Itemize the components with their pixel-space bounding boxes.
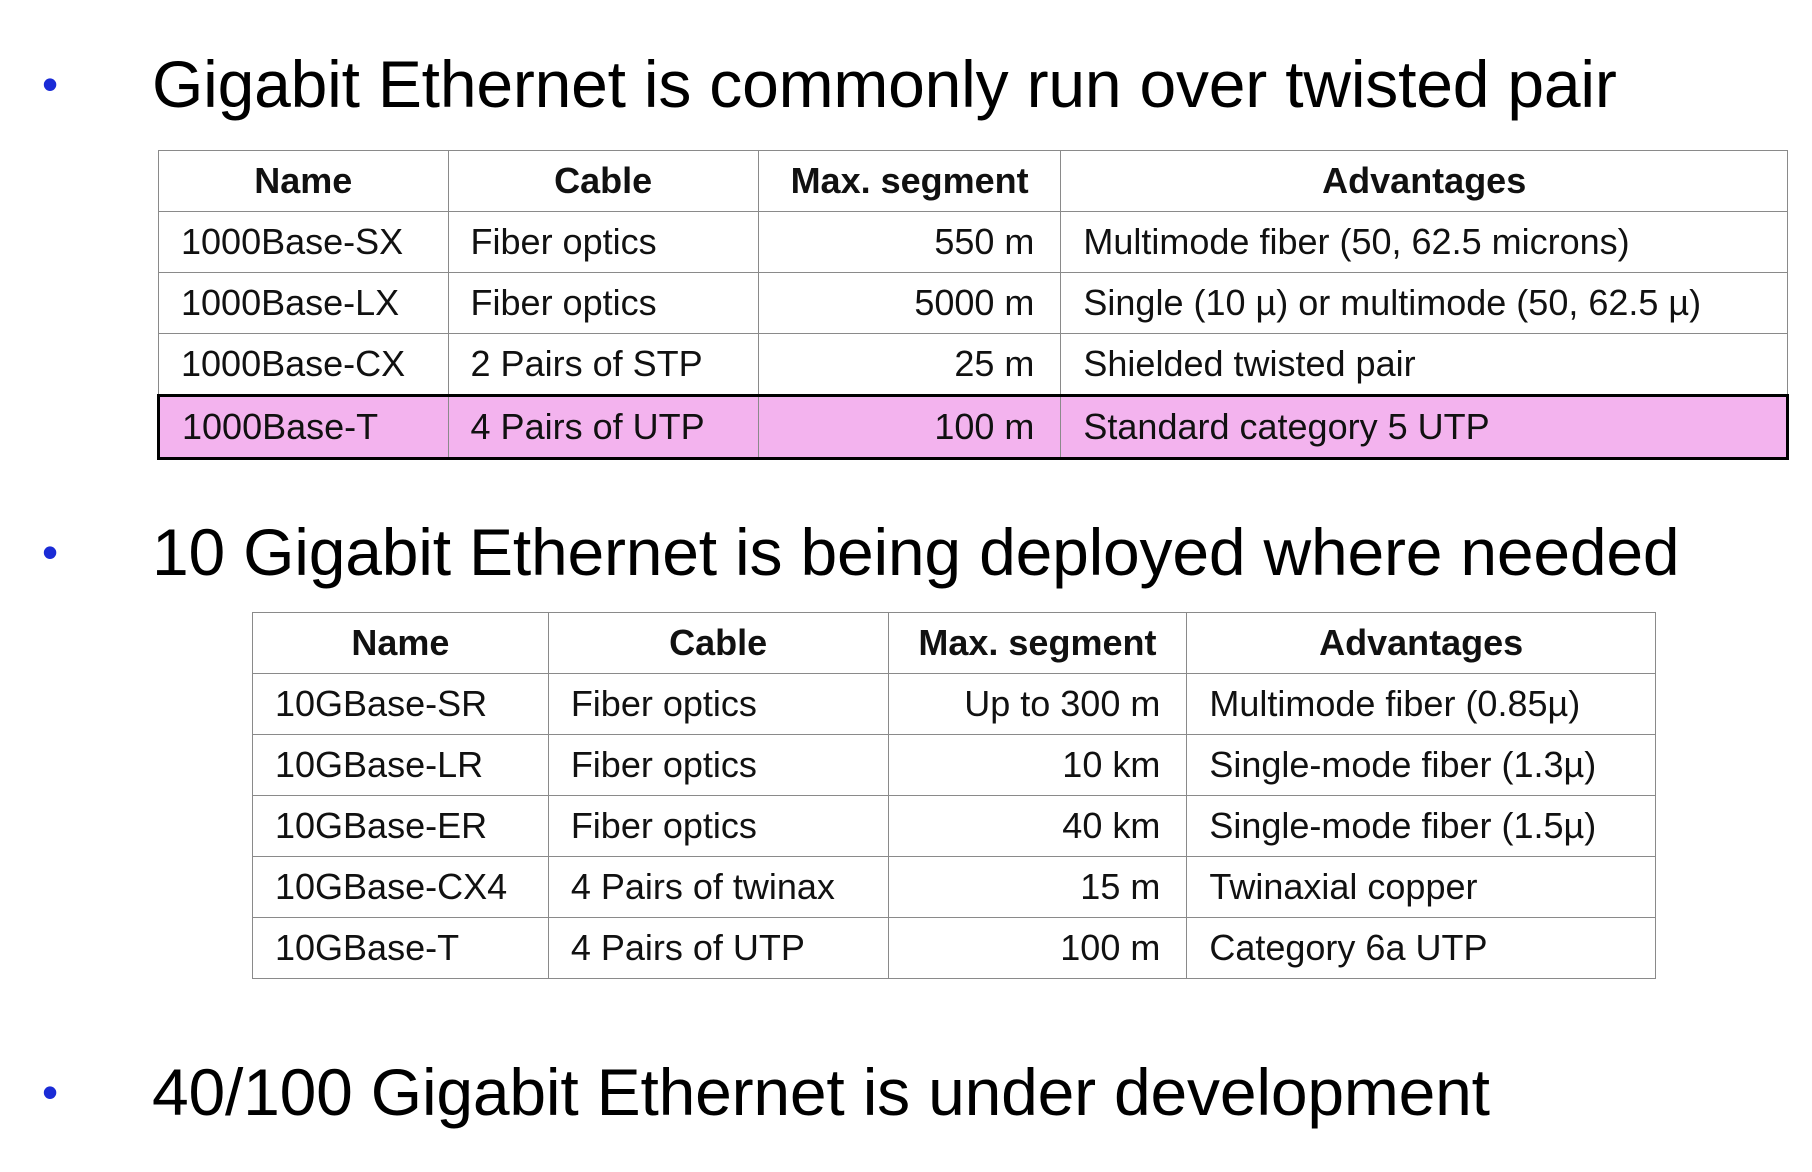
cell-max-segment: 25 m bbox=[757, 333, 1062, 396]
bullet-text-forty-hundred-gigabit: 40/100 Gigabit Ethernet is under develop… bbox=[152, 1055, 1490, 1129]
cell-advantages: Multimode fiber (50, 62.5 microns) bbox=[1060, 211, 1788, 273]
cell-max-segment: Up to 300 m bbox=[887, 673, 1188, 735]
cell-max-segment: 100 m bbox=[757, 394, 1062, 460]
cell-name: 10GBase-T bbox=[252, 917, 549, 979]
bullet-dot-icon: • bbox=[42, 58, 59, 110]
cell-max-segment: 10 km bbox=[887, 734, 1188, 796]
header-cable: Cable bbox=[447, 150, 759, 212]
gigabit-ethernet-table: Name Cable Max. segment Advantages 1000B… bbox=[157, 150, 1789, 460]
cell-cable: Fiber optics bbox=[547, 795, 889, 857]
cell-name: 1000Base-LX bbox=[158, 272, 449, 334]
header-max-segment: Max. segment bbox=[757, 150, 1062, 212]
table-row: 1000Base-SX Fiber optics 550 m Multimode… bbox=[158, 211, 1788, 273]
cell-max-segment: 100 m bbox=[887, 917, 1188, 979]
bullet-item-ten-gigabit: • 10 Gigabit Ethernet is being deployed … bbox=[0, 512, 1812, 592]
header-name: Name bbox=[158, 150, 449, 212]
cell-max-segment: 15 m bbox=[887, 856, 1188, 918]
table-header-row: Name Cable Max. segment Advantages bbox=[252, 612, 1656, 674]
cell-name: 10GBase-CX4 bbox=[252, 856, 549, 918]
cell-name: 1000Base-CX bbox=[158, 333, 449, 396]
cell-advantages: Multimode fiber (0.85µ) bbox=[1186, 673, 1656, 735]
table-row: 10GBase-SR Fiber optics Up to 300 m Mult… bbox=[252, 673, 1656, 735]
cell-name: 10GBase-SR bbox=[252, 673, 549, 735]
cell-advantages: Single (10 µ) or multimode (50, 62.5 µ) bbox=[1060, 272, 1788, 334]
cell-advantages: Category 6a UTP bbox=[1186, 917, 1656, 979]
cell-cable: 2 Pairs of STP bbox=[447, 333, 759, 396]
bullet-item-forty-hundred-gigabit: • 40/100 Gigabit Ethernet is under devel… bbox=[0, 1052, 1812, 1132]
cell-advantages: Twinaxial copper bbox=[1186, 856, 1656, 918]
cell-max-segment: 550 m bbox=[757, 211, 1062, 273]
cell-advantages: Single-mode fiber (1.5µ) bbox=[1186, 795, 1656, 857]
table-row: 10GBase-ER Fiber optics 40 km Single-mod… bbox=[252, 795, 1656, 857]
header-name: Name bbox=[252, 612, 549, 674]
cell-cable: Fiber optics bbox=[547, 734, 889, 796]
bullet-dot-icon: • bbox=[42, 1066, 59, 1118]
cell-max-segment: 5000 m bbox=[757, 272, 1062, 334]
header-max-segment: Max. segment bbox=[887, 612, 1188, 674]
table-row: 10GBase-T 4 Pairs of UTP 100 m Category … bbox=[252, 917, 1656, 979]
table-row: 1000Base-LX Fiber optics 5000 m Single (… bbox=[158, 272, 1788, 334]
table-header-row: Name Cable Max. segment Advantages bbox=[158, 150, 1788, 212]
table-row: 10GBase-LR Fiber optics 10 km Single-mod… bbox=[252, 734, 1656, 796]
cell-name: 1000Base-T bbox=[157, 394, 449, 460]
cell-advantages: Shielded twisted pair bbox=[1060, 333, 1788, 396]
bullet-text-gigabit: Gigabit Ethernet is commonly run over tw… bbox=[152, 47, 1617, 121]
cell-advantages: Standard category 5 UTP bbox=[1060, 394, 1789, 460]
cell-max-segment: 40 km bbox=[887, 795, 1188, 857]
header-advantages: Advantages bbox=[1060, 150, 1788, 212]
cell-name: 10GBase-ER bbox=[252, 795, 549, 857]
bullet-dot-icon: • bbox=[42, 526, 59, 578]
cell-cable: Fiber optics bbox=[447, 211, 759, 273]
table-row: 10GBase-CX4 4 Pairs of twinax 15 m Twina… bbox=[252, 856, 1656, 918]
header-advantages: Advantages bbox=[1186, 612, 1656, 674]
cell-cable: Fiber optics bbox=[447, 272, 759, 334]
ten-gigabit-ethernet-table: Name Cable Max. segment Advantages 10GBa… bbox=[252, 612, 1656, 979]
cell-name: 10GBase-LR bbox=[252, 734, 549, 796]
header-cable: Cable bbox=[547, 612, 889, 674]
cell-cable: 4 Pairs of twinax bbox=[547, 856, 889, 918]
bullet-item-gigabit: • Gigabit Ethernet is commonly run over … bbox=[0, 44, 1812, 124]
cell-cable: 4 Pairs of UTP bbox=[547, 917, 889, 979]
table-row: 1000Base-CX 2 Pairs of STP 25 m Shielded… bbox=[158, 333, 1788, 396]
cell-name: 1000Base-SX bbox=[158, 211, 449, 273]
table-row-highlighted: 1000Base-T 4 Pairs of UTP 100 m Standard… bbox=[157, 394, 1789, 460]
bullet-text-ten-gigabit: 10 Gigabit Ethernet is being deployed wh… bbox=[152, 515, 1680, 589]
cell-advantages: Single-mode fiber (1.3µ) bbox=[1186, 734, 1656, 796]
cell-cable: Fiber optics bbox=[547, 673, 889, 735]
cell-cable: 4 Pairs of UTP bbox=[447, 394, 759, 460]
